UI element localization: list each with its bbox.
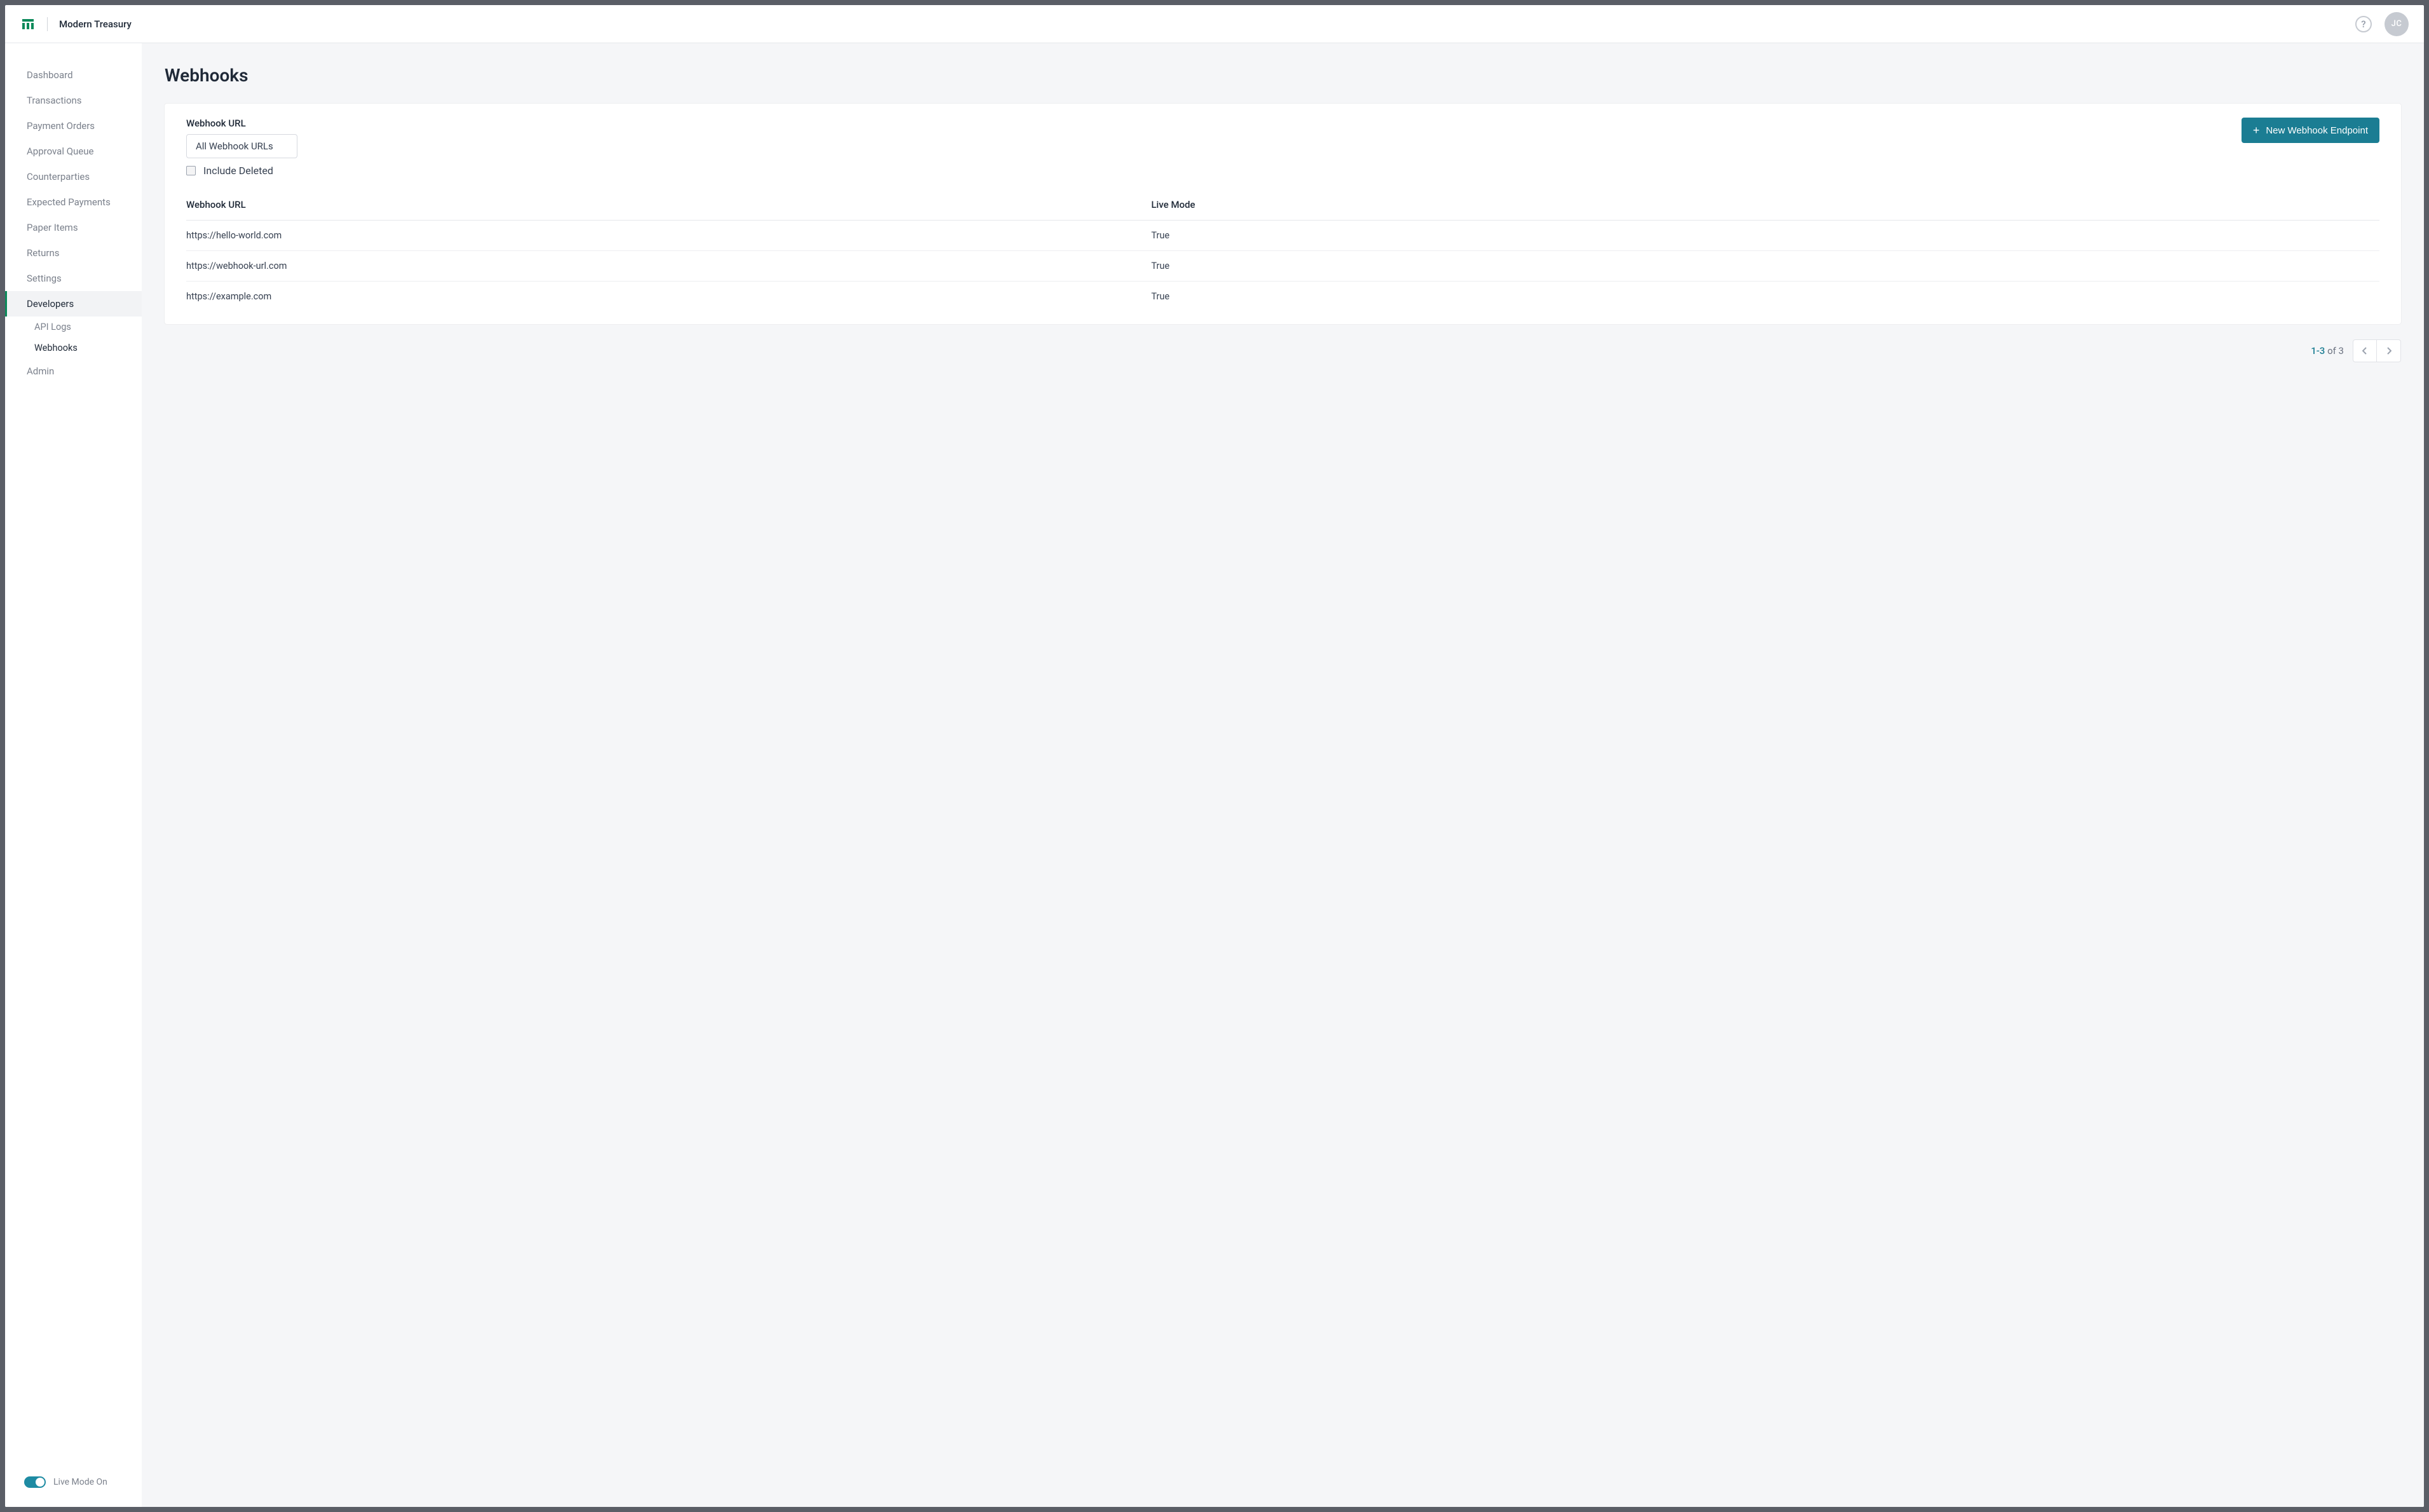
pager <box>2353 339 2401 362</box>
page-range: 1-3 <box>2311 345 2325 357</box>
header-left: Modern Treasury <box>20 17 132 32</box>
chevron-right-icon <box>2386 347 2392 355</box>
cell-url: https://hello-world.com <box>186 230 1151 241</box>
sidebar-subitem-webhooks[interactable]: Webhooks <box>5 337 142 358</box>
sidebar-item-returns[interactable]: Returns <box>5 240 142 266</box>
header-right: ? JC <box>2355 12 2409 36</box>
sidebar-item-transactions[interactable]: Transactions <box>5 88 142 113</box>
sidebar-item-developers[interactable]: Developers <box>5 291 142 317</box>
webhook-url-select[interactable]: All Webhook URLs <box>186 134 297 158</box>
plus-icon: + <box>2253 125 2260 136</box>
webhooks-card: Webhook URL All Webhook URLs Include Del… <box>165 104 2401 324</box>
next-page-button[interactable] <box>2377 339 2401 362</box>
new-webhook-endpoint-button[interactable]: + New Webhook Endpoint <box>2242 118 2379 143</box>
live-mode-label: Live Mode On <box>53 1477 107 1487</box>
sidebar: Dashboard Transactions Payment Orders Ap… <box>5 43 142 1507</box>
header-divider <box>47 17 48 31</box>
live-mode-toggle[interactable] <box>24 1476 46 1488</box>
cell-url: https://webhook-url.com <box>186 261 1151 271</box>
sidebar-item-counterparties[interactable]: Counterparties <box>5 164 142 189</box>
body: Dashboard Transactions Payment Orders Ap… <box>5 43 2424 1507</box>
header: Modern Treasury ? JC <box>5 5 2424 43</box>
sidebar-item-admin[interactable]: Admin <box>5 358 142 384</box>
table-row[interactable]: https://webhook-url.com True <box>186 251 2379 282</box>
webhooks-table: Webhook URL Live Mode https://hello-worl… <box>186 189 2379 311</box>
pagination: 1-3 of 3 <box>165 339 2401 362</box>
nav: Dashboard Transactions Payment Orders Ap… <box>5 62 142 1466</box>
main-content: Webhooks Webhook URL All Webhook URLs In… <box>142 43 2424 1507</box>
sidebar-item-expected-payments[interactable]: Expected Payments <box>5 189 142 215</box>
col-live-mode: Live Mode <box>1151 199 2379 210</box>
avatar[interactable]: JC <box>2385 12 2409 36</box>
include-deleted-label: Include Deleted <box>203 165 273 177</box>
filter-block: Webhook URL All Webhook URLs Include Del… <box>186 118 297 177</box>
sidebar-item-dashboard[interactable]: Dashboard <box>5 62 142 88</box>
table-header: Webhook URL Live Mode <box>186 189 2379 221</box>
card-top: Webhook URL All Webhook URLs Include Del… <box>186 118 2379 177</box>
page-title: Webhooks <box>165 65 2401 86</box>
app-frame: Modern Treasury ? JC Dashboard Transacti… <box>5 5 2424 1507</box>
page-total: of 3 <box>2325 345 2344 357</box>
cell-url: https://example.com <box>186 291 1151 302</box>
cell-live: True <box>1151 291 2379 302</box>
page-count: 1-3 of 3 <box>2311 345 2344 357</box>
sidebar-item-paper-items[interactable]: Paper Items <box>5 215 142 240</box>
sidebar-item-payment-orders[interactable]: Payment Orders <box>5 113 142 139</box>
help-icon[interactable]: ? <box>2355 16 2372 32</box>
logo-icon[interactable] <box>20 17 36 32</box>
prev-page-button[interactable] <box>2353 339 2377 362</box>
col-webhook-url: Webhook URL <box>186 199 1151 210</box>
cell-live: True <box>1151 261 2379 271</box>
sidebar-footer: Live Mode On <box>5 1466 142 1507</box>
sidebar-item-settings[interactable]: Settings <box>5 266 142 291</box>
sidebar-subitem-api-logs[interactable]: API Logs <box>5 317 142 337</box>
sidebar-item-approval-queue[interactable]: Approval Queue <box>5 139 142 164</box>
include-deleted-row: Include Deleted <box>186 165 297 177</box>
cell-live: True <box>1151 230 2379 241</box>
chevron-left-icon <box>2362 347 2367 355</box>
new-webhook-endpoint-label: New Webhook Endpoint <box>2266 125 2368 136</box>
table-row[interactable]: https://example.com True <box>186 282 2379 311</box>
filter-label: Webhook URL <box>186 118 297 129</box>
brand-name: Modern Treasury <box>59 18 132 30</box>
include-deleted-checkbox[interactable] <box>186 166 196 175</box>
table-row[interactable]: https://hello-world.com True <box>186 221 2379 251</box>
